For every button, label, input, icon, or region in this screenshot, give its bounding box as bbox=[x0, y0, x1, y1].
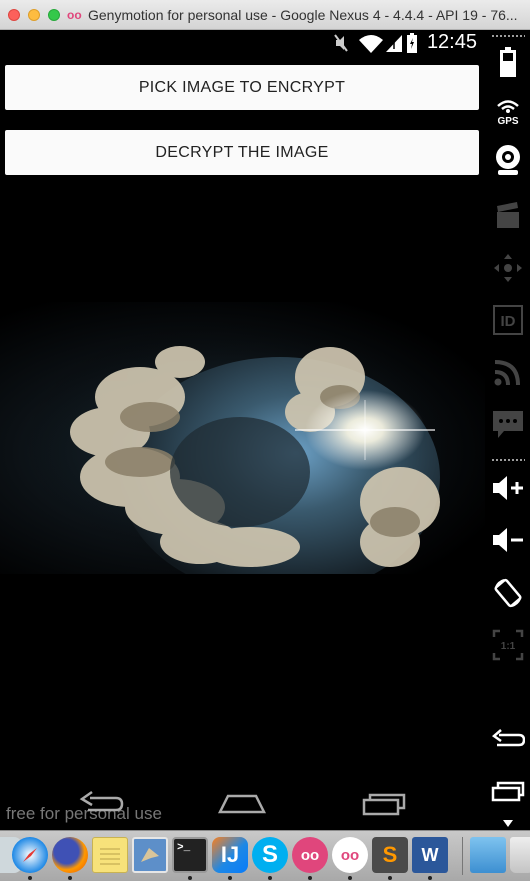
preview-bird bbox=[141, 848, 159, 862]
pixel-perfect-label: 1:1 bbox=[501, 641, 516, 652]
preview-icon[interactable] bbox=[132, 837, 168, 873]
gps-icon: GPS bbox=[497, 100, 519, 125]
intellij-icon[interactable]: IJ bbox=[212, 837, 248, 873]
dock-separator bbox=[462, 837, 463, 875]
status-clock: 12:45 bbox=[426, 31, 477, 53]
gps-widget-button[interactable]: GPS bbox=[490, 92, 526, 128]
rotate-icon bbox=[494, 578, 522, 608]
compass-needle bbox=[23, 848, 37, 862]
toolbar-separator bbox=[491, 458, 525, 462]
window-titlebar: oo Genymotion for personal use - Google … bbox=[0, 0, 530, 30]
trash-icon[interactable] bbox=[510, 837, 530, 873]
close-window-button[interactable] bbox=[8, 9, 20, 21]
move-arrows-icon bbox=[494, 254, 522, 282]
status-bar: 12:45 bbox=[0, 30, 485, 55]
window-title: Genymotion for personal use - Google Nex… bbox=[88, 7, 518, 23]
notes-lines bbox=[100, 848, 120, 865]
encrypted-image-preview bbox=[0, 302, 485, 574]
gps-label: GPS bbox=[497, 116, 518, 125]
volume-down-button[interactable] bbox=[490, 522, 526, 558]
volume-down-icon bbox=[493, 528, 523, 552]
decrypt-image-button[interactable]: DECRYPT THE IMAGE bbox=[5, 130, 479, 175]
genymotion-toolbar: GPS ID 1:1 bbox=[485, 30, 530, 830]
firefox-icon[interactable] bbox=[52, 837, 88, 873]
genymotion-app-icon: oo bbox=[67, 8, 82, 22]
rotate-screen-button[interactable] bbox=[490, 575, 526, 611]
dock-running-indicator bbox=[268, 876, 272, 880]
side-back-button[interactable] bbox=[490, 722, 526, 758]
clapperboard-icon bbox=[497, 202, 519, 228]
pixel-perfect-button[interactable]: 1:1 bbox=[490, 627, 526, 663]
remote-control-widget-button[interactable] bbox=[490, 250, 526, 286]
android-screen: 12:45 PICK IMAGE TO ENCRYPT DECRYPT THE … bbox=[0, 30, 485, 830]
webcam-icon bbox=[496, 145, 520, 175]
id-label: ID bbox=[501, 313, 516, 330]
screencast-widget-button[interactable] bbox=[490, 198, 526, 234]
rss-icon bbox=[494, 360, 520, 386]
sublime-text-icon[interactable]: S bbox=[372, 837, 408, 873]
word-icon[interactable]: W bbox=[412, 837, 448, 873]
volume-up-icon bbox=[493, 476, 523, 500]
dock-running-indicator bbox=[348, 876, 352, 880]
skype-icon[interactable]: S bbox=[252, 837, 288, 873]
dock-running-indicator bbox=[68, 876, 72, 880]
scroll-down-icon[interactable] bbox=[503, 820, 513, 828]
mac-dock: >_ IJ S oo oo S W bbox=[0, 830, 530, 881]
wifi-icon bbox=[359, 35, 383, 53]
network-widget-button[interactable] bbox=[490, 354, 526, 390]
device-id-widget-button[interactable]: ID bbox=[490, 302, 526, 338]
battery-icon bbox=[500, 47, 516, 77]
android-nav-bar bbox=[0, 780, 485, 830]
mute-icon bbox=[334, 34, 348, 52]
minimize-window-button[interactable] bbox=[28, 9, 40, 21]
genymotion-player-icon[interactable]: oo bbox=[332, 837, 368, 873]
message-icon bbox=[493, 411, 523, 438]
battery-icon bbox=[407, 33, 417, 53]
safari-icon[interactable] bbox=[12, 837, 48, 873]
webcam-widget-button[interactable] bbox=[490, 142, 526, 178]
id-icon: ID bbox=[493, 305, 523, 335]
zoom-window-button[interactable] bbox=[48, 9, 60, 21]
sms-widget-button[interactable] bbox=[490, 406, 526, 442]
pick-image-button[interactable]: PICK IMAGE TO ENCRYPT bbox=[5, 65, 479, 110]
recents-icon bbox=[491, 781, 525, 802]
side-recents-button[interactable] bbox=[490, 774, 526, 810]
back-icon[interactable] bbox=[78, 790, 124, 820]
notes-icon[interactable] bbox=[92, 837, 128, 873]
recents-icon[interactable] bbox=[360, 790, 408, 820]
genymotion-icon[interactable]: oo bbox=[292, 837, 328, 873]
dock-running-indicator bbox=[188, 876, 192, 880]
dock-running-indicator bbox=[228, 876, 232, 880]
battery-widget-button[interactable] bbox=[490, 44, 526, 80]
back-icon bbox=[491, 729, 525, 747]
dock-running-indicator bbox=[428, 876, 432, 880]
dock-running-indicator bbox=[308, 876, 312, 880]
dock-running-indicator bbox=[28, 876, 32, 880]
signal-icon bbox=[386, 35, 402, 52]
toolbar-grip bbox=[491, 34, 525, 38]
terminal-icon[interactable]: >_ bbox=[172, 837, 208, 873]
folder-icon[interactable] bbox=[470, 837, 506, 873]
pixel-perfect-icon: 1:1 bbox=[492, 629, 524, 661]
home-icon[interactable] bbox=[217, 790, 267, 820]
volume-up-button[interactable] bbox=[490, 470, 526, 506]
earth-clouds-image bbox=[20, 312, 480, 574]
dock-running-indicator bbox=[388, 876, 392, 880]
